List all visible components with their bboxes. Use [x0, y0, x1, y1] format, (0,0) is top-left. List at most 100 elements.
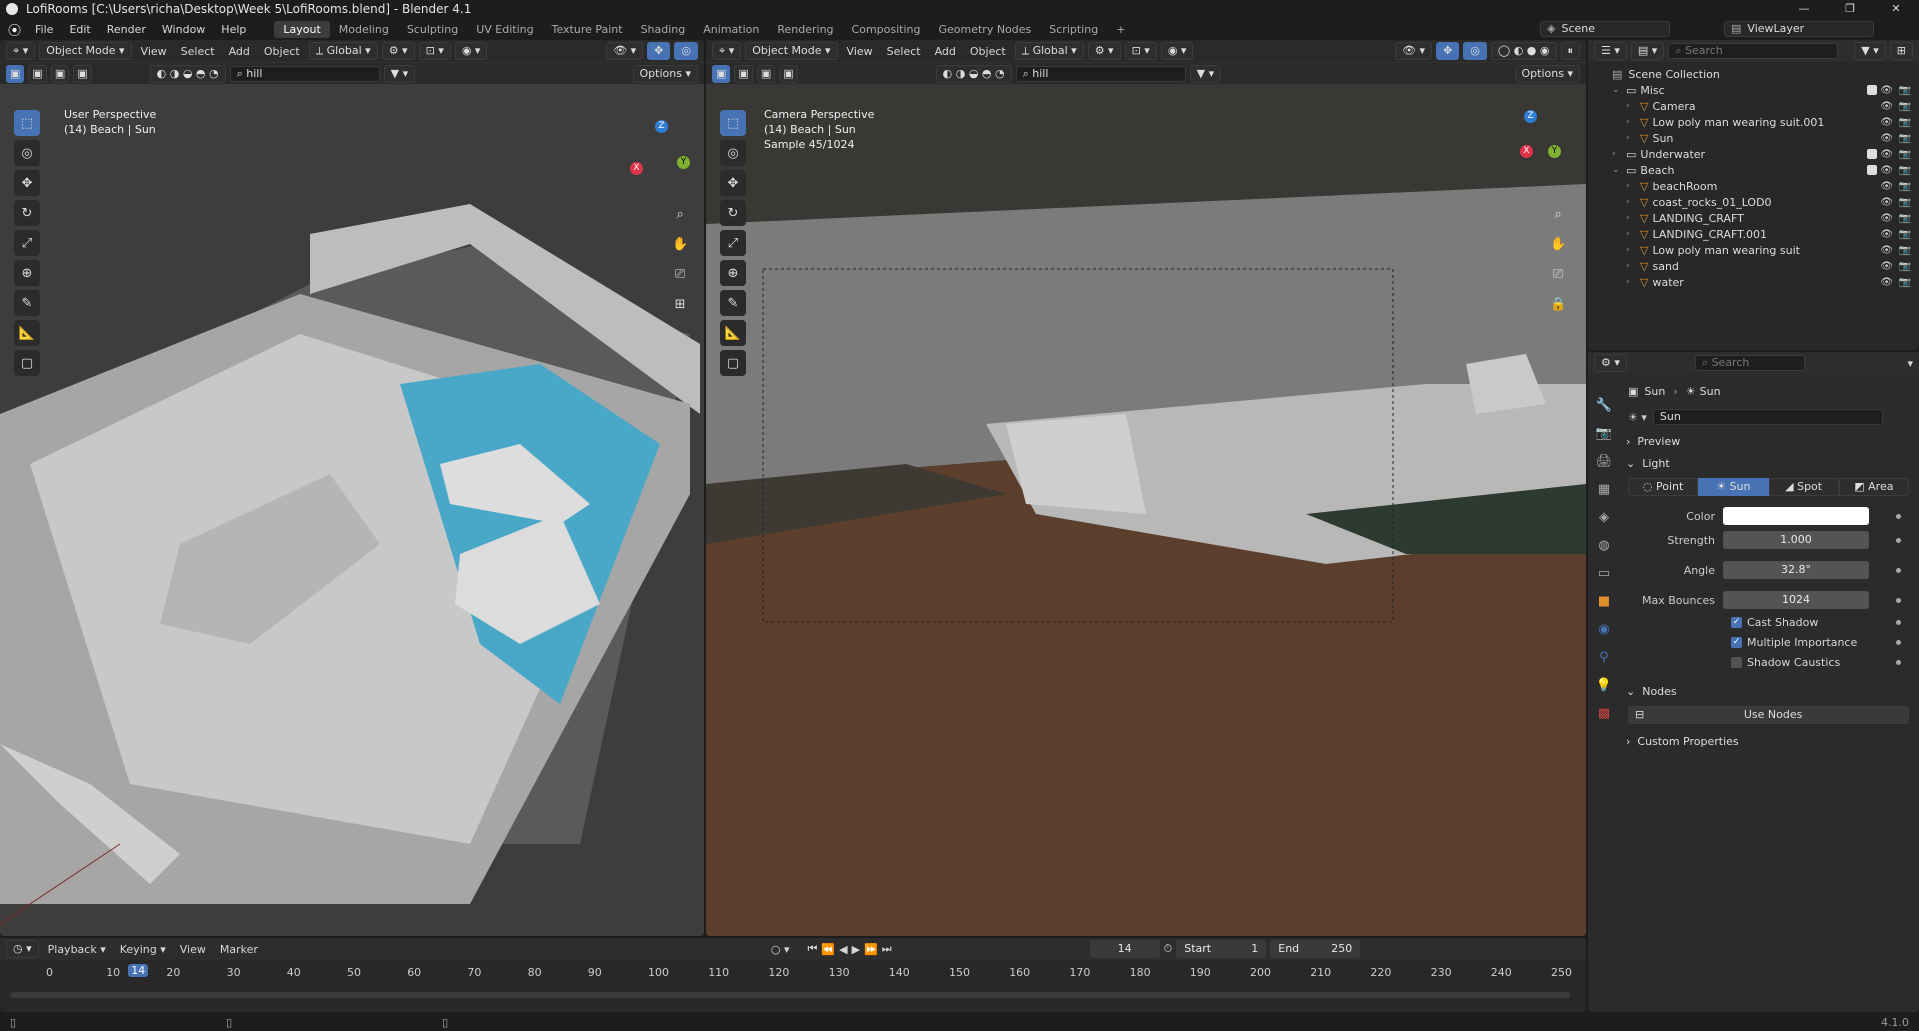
scene-selector[interactable]: ◈ Scene	[1540, 21, 1670, 37]
render-camera-icon[interactable]: 📷	[1899, 197, 1911, 208]
jump-start-icon[interactable]: ⏮	[808, 942, 818, 956]
expand-chevron-icon[interactable]: ⌄	[1612, 85, 1622, 95]
expand-chevron-icon[interactable]: ›	[1626, 245, 1636, 255]
add-workspace-button[interactable]: +	[1107, 21, 1134, 38]
filter-icon[interactable]: ▼ ▾	[383, 64, 416, 83]
playhead[interactable]: 14	[128, 964, 149, 977]
select-tool-icon[interactable]: ⬚	[720, 110, 746, 136]
gizmo-z-icon[interactable]: Z	[655, 120, 668, 133]
display-mode-button[interactable]: ▤ ▾	[1630, 42, 1665, 60]
section-light[interactable]: ⌄ Light	[1618, 452, 1919, 474]
visibility-eye-icon[interactable]: 👁	[1880, 85, 1893, 96]
maximize-button[interactable]: ❐	[1827, 0, 1873, 18]
transform-orientation-dropdown[interactable]: ⟂ Global ▾	[1014, 42, 1084, 60]
next-keyframe-icon[interactable]: ⏩	[864, 943, 878, 956]
annotate-tool-icon[interactable]: ✎	[14, 290, 40, 316]
filter-types-icon[interactable]: ◐ ◑ ◒ ◓ ◔	[935, 64, 1012, 83]
move-tool-icon[interactable]: ✥	[14, 170, 40, 196]
properties-search-input[interactable]: ⌕ Search	[1694, 355, 1805, 371]
rotate-tool-icon[interactable]: ↻	[14, 200, 40, 226]
tab-modeling[interactable]: Modeling	[330, 21, 398, 38]
render-camera-icon[interactable]: 📷	[1899, 117, 1911, 128]
timeline-ruler[interactable]: 0 10 20 30 40 50 60 70 80 90 100 110 120 130 140 150 160…	[0, 962, 1586, 982]
editor-type-button[interactable]: ◷ ▾	[6, 940, 39, 958]
outliner-row[interactable]: › ▽ Low poly man wearing suit.001 👁 📷	[1612, 114, 1919, 130]
zoom-icon[interactable]: ⌕	[672, 200, 688, 230]
editor-type-button[interactable]: ⌖ ▾	[712, 42, 742, 60]
expand-chevron-icon[interactable]: ›	[1626, 133, 1636, 143]
menu-view[interactable]: View	[136, 45, 172, 58]
transform-orientation-dropdown[interactable]: ⟂ Global ▾	[308, 42, 378, 60]
tab-animation[interactable]: Animation	[694, 21, 768, 38]
keyframe-dot-icon[interactable]	[1896, 513, 1901, 519]
tab-layout[interactable]: Layout	[274, 20, 330, 38]
render-camera-icon[interactable]: 📷	[1899, 181, 1911, 192]
menu-object[interactable]: Object	[965, 45, 1011, 58]
world-tab-icon[interactable]: ◍	[1594, 532, 1614, 560]
texture-tab-icon[interactable]: ▩	[1594, 700, 1614, 728]
tab-geometry-nodes[interactable]: Geometry Nodes	[929, 21, 1040, 38]
light-type-spot-button[interactable]: ◢ Spot	[1768, 478, 1839, 496]
tool-tab-icon[interactable]: 🔧	[1594, 392, 1614, 420]
menu-object[interactable]: Object	[259, 45, 305, 58]
keyframe-dot-icon[interactable]	[1896, 567, 1901, 573]
visibility-eye-icon[interactable]: 👁	[1880, 213, 1893, 224]
viewport-search-input[interactable]: ⌕ hill	[1015, 65, 1186, 82]
physics-tab-icon[interactable]: ◉	[1594, 616, 1614, 644]
gizmo-x-icon[interactable]: X	[630, 162, 643, 175]
visibility-eye-icon[interactable]: 👁	[1880, 117, 1893, 128]
visibility-eye-icon[interactable]: 👁	[1880, 245, 1893, 256]
viewport-left[interactable]: ⌖ ▾ Object Mode ▾ View Select Add Object…	[0, 40, 704, 936]
editor-type-button[interactable]: ⚙ ▾	[1594, 354, 1627, 372]
start-frame-field[interactable]: Start 1	[1176, 940, 1267, 958]
close-button[interactable]: ✕	[1873, 0, 1919, 18]
render-camera-icon[interactable]: 📷	[1899, 165, 1911, 176]
cast-shadow-checkbox[interactable]: ✓	[1731, 616, 1742, 628]
overlay-toggle-icon[interactable]: ◎	[674, 42, 698, 60]
keyframe-dot-icon[interactable]	[1896, 619, 1901, 625]
menu-help[interactable]: Help	[213, 23, 254, 36]
select-box-icon[interactable]: ▣	[6, 64, 25, 83]
visibility-eye-icon[interactable]: 👁	[1880, 181, 1893, 192]
object-tab-icon[interactable]: ■	[1594, 588, 1614, 616]
transform-tool-icon[interactable]: ⊕	[720, 260, 746, 286]
outliner-row[interactable]: › ▽ Low poly man wearing suit 👁 📷	[1612, 242, 1919, 258]
tab-compositing[interactable]: Compositing	[843, 21, 930, 38]
snap-icon[interactable]: ⊡ ▾	[1124, 42, 1157, 60]
multiple-importance-row[interactable]: ✓ Multiple Importance	[1731, 632, 1919, 652]
light-type-area-button[interactable]: ◩ Area	[1838, 478, 1909, 496]
tab-sculpting[interactable]: Sculpting	[398, 21, 467, 38]
zoom-icon[interactable]: ⌕	[1550, 200, 1566, 230]
visibility-eye-icon[interactable]: 👁	[1880, 229, 1893, 240]
gizmo-toggle-icon[interactable]: ✥	[647, 42, 671, 60]
cursor-tool-icon[interactable]: ◎	[14, 140, 40, 166]
overlay-toggle-icon[interactable]: ◎	[1463, 42, 1487, 60]
select-subtract-icon[interactable]: ▣	[50, 64, 70, 83]
render-tab-icon[interactable]: 📷	[1594, 420, 1614, 448]
play-icon[interactable]: ▶	[852, 943, 860, 956]
object-mode-dropdown[interactable]: Object Mode ▾	[39, 42, 132, 60]
play-reverse-icon[interactable]: ◀	[839, 943, 847, 956]
tab-scripting[interactable]: Scripting	[1040, 21, 1107, 38]
expand-chevron-icon[interactable]: ›	[1626, 101, 1636, 111]
snap-icon[interactable]: ⊡ ▾	[418, 42, 451, 60]
color-swatch[interactable]	[1723, 507, 1869, 525]
outliner-filter-icon[interactable]: ▼ ▾	[1854, 42, 1886, 60]
menu-view[interactable]: View	[842, 45, 878, 58]
menu-add[interactable]: Add	[224, 45, 255, 58]
keyframe-dot-icon[interactable]	[1896, 537, 1901, 543]
keyframe-dot-icon[interactable]	[1896, 597, 1901, 603]
viewport-search-input[interactable]: ⌕ hill	[229, 65, 380, 82]
render-camera-icon[interactable]: 📷	[1899, 133, 1911, 144]
outliner-row[interactable]: › ▽ sand 👁 📷	[1612, 258, 1919, 274]
expand-chevron-icon[interactable]: ›	[1626, 181, 1636, 191]
select-box-icon[interactable]: ▣	[712, 64, 731, 83]
keyframe-dot-icon[interactable]	[1896, 639, 1901, 645]
cursor-tool-icon[interactable]: ◎	[720, 140, 746, 166]
options-dropdown[interactable]: Options ▾	[632, 64, 698, 83]
section-custom-properties[interactable]: › Custom Properties	[1618, 730, 1919, 752]
add-cube-tool-icon[interactable]: ▢	[720, 350, 746, 376]
expand-chevron-icon[interactable]: ›	[1626, 277, 1636, 287]
visibility-eye-icon[interactable]: 👁	[1880, 101, 1893, 112]
light-type-dropdown-icon[interactable]: ☀ ▾	[1628, 411, 1647, 424]
